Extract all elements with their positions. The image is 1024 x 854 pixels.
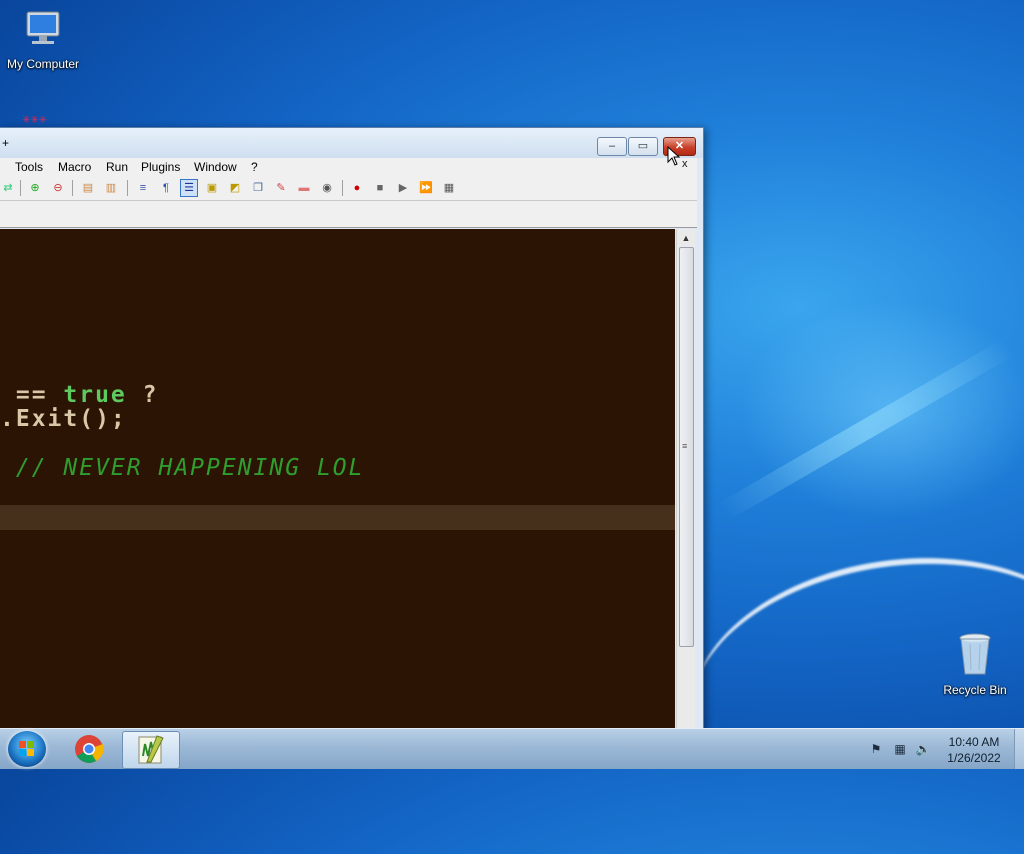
code-token: ==: [0, 382, 64, 408]
cursor-tooltip: x: [682, 158, 688, 170]
menu-tools[interactable]: Tools: [15, 160, 43, 174]
indent-guide-icon[interactable]: ☰: [180, 179, 198, 197]
run-macro-multiple-icon[interactable]: ⏩: [418, 180, 434, 196]
editor-window: + – ▭ ✕ Tools Macro Run Plugins Window ?…: [0, 127, 704, 732]
code-token: true: [63, 382, 127, 408]
taskbar-notepadpp[interactable]: [122, 731, 180, 769]
desktop-icon-my-computer[interactable]: My Computer: [0, 8, 86, 71]
record-macro-icon[interactable]: ●: [349, 180, 365, 196]
action-center-flag-icon[interactable]: ⚑: [868, 742, 884, 756]
play-macro-icon[interactable]: ▶: [395, 180, 411, 196]
sync-horizontal-icon[interactable]: ▥: [103, 180, 119, 196]
desktop-icon-label: Recycle Bin: [943, 683, 1007, 697]
toolbar: ⇄ ⊕ ⊖ ▤ ▥ ≡ ¶ ☰ ▣ ◩ ❐ ✎ ▬ ◉ ● ■ ▶ ⏩ ▦: [0, 177, 697, 201]
menu-bar: Tools Macro Run Plugins Window ?: [0, 158, 697, 177]
volume-icon[interactable]: 🔈: [915, 742, 931, 756]
computer-icon: [26, 11, 60, 44]
toolbar-separator: [72, 180, 73, 196]
notepad-plus-plus-icon: [138, 735, 164, 764]
recycle-bin-icon: [959, 633, 991, 675]
code-token: // NEVER HAPPENING LOL: [0, 455, 365, 481]
zoom-out-icon[interactable]: ⊖: [50, 180, 66, 196]
monitoring-eye-icon[interactable]: ◉: [319, 180, 335, 196]
menu-help[interactable]: ?: [251, 160, 258, 174]
menu-macro[interactable]: Macro: [58, 160, 91, 174]
minimize-button[interactable]: –: [597, 137, 627, 156]
system-clock[interactable]: 10:40 AM 1/26/2022: [936, 734, 1012, 766]
code-line: // NEVER HAPPENING LOL: [0, 455, 365, 481]
toolbar-separator: [127, 180, 128, 196]
start-button[interactable]: [8, 731, 46, 767]
sync-icon[interactable]: ⇄: [0, 180, 16, 196]
desktop-icon-label: My Computer: [6, 57, 80, 71]
clock-date: 1/26/2022: [947, 751, 1001, 765]
code-token: .Exit();: [0, 406, 127, 432]
tab-bar[interactable]: [0, 201, 697, 228]
show-all-characters-icon[interactable]: ¶: [158, 180, 174, 196]
folder-icon[interactable]: ▬: [296, 180, 312, 196]
folder-as-workspace-icon[interactable]: ✎: [273, 180, 289, 196]
scroll-up-arrow-icon[interactable]: ▲: [677, 231, 695, 245]
word-wrap-icon[interactable]: ≡: [135, 180, 151, 196]
stop-macro-icon[interactable]: ■: [372, 180, 388, 196]
save-macro-icon[interactable]: ▦: [441, 180, 457, 196]
menu-run[interactable]: Run: [106, 160, 128, 174]
show-desktop-button[interactable]: [1014, 729, 1024, 769]
chrome-icon: [75, 735, 104, 763]
doc-map-icon[interactable]: ◩: [227, 180, 243, 196]
vertical-scrollbar[interactable]: ▲ ≡: [676, 229, 695, 730]
menu-window[interactable]: Window: [194, 160, 237, 174]
maximize-button[interactable]: ▭: [628, 137, 658, 156]
mouse-cursor-icon: [667, 146, 681, 166]
taskbar: ⚑ ▦ 🔈 10:40 AM 1/26/2022: [0, 728, 1024, 769]
current-line-highlight: [0, 505, 675, 530]
function-list-icon[interactable]: ❐: [250, 180, 266, 196]
sync-vertical-icon[interactable]: ▤: [80, 180, 96, 196]
code-line: == true ?: [0, 382, 158, 408]
code-editor[interactable]: == true ? .Exit(); // NEVER HAPPENING LO…: [0, 229, 675, 730]
zoom-in-icon[interactable]: ⊕: [27, 180, 43, 196]
clock-time: 10:40 AM: [948, 735, 1000, 749]
scrollbar-grip-icon: ≡: [682, 441, 688, 451]
windows-logo-icon: [19, 741, 34, 756]
menu-plugins[interactable]: Plugins: [141, 160, 180, 174]
toolbar-separator: [20, 180, 21, 196]
user-language-icon[interactable]: ▣: [204, 180, 220, 196]
window-title: +: [2, 136, 10, 150]
code-token: ?: [126, 382, 159, 408]
partial-desktop-icon[interactable]: ✳✳✳: [22, 115, 56, 127]
toolbar-separator: [342, 180, 343, 196]
code-line: .Exit();: [0, 406, 127, 432]
desktop-icon-recycle-bin[interactable]: Recycle Bin: [932, 630, 1018, 697]
taskbar-chrome[interactable]: [62, 731, 118, 767]
network-icon[interactable]: ▦: [892, 742, 908, 756]
title-bar[interactable]: + – ▭ ✕: [0, 128, 703, 158]
